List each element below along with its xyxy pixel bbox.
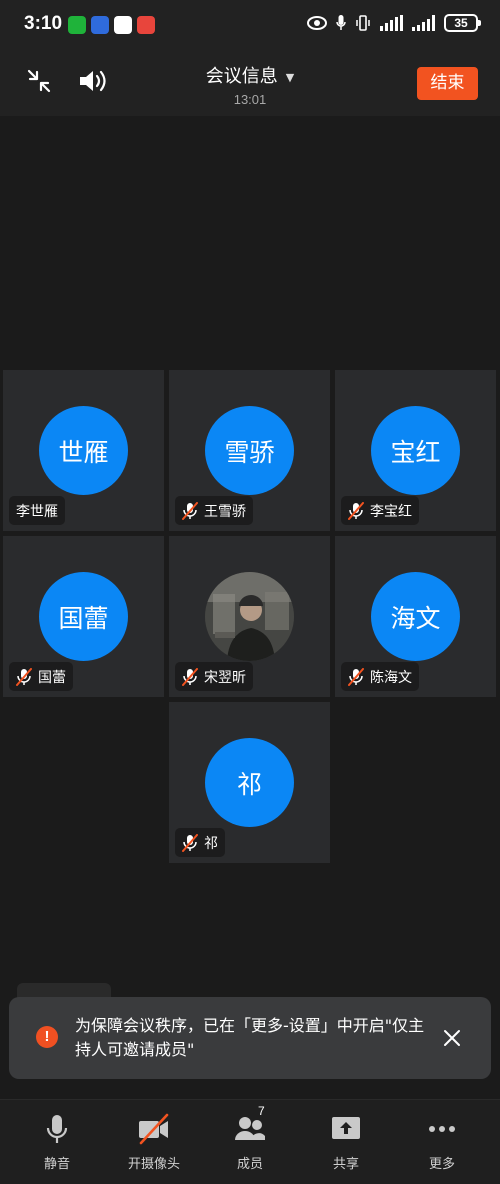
- qq-icon: [114, 16, 132, 34]
- more-label: 更多: [428, 1157, 455, 1172]
- participant-avatar: 宝红: [371, 406, 460, 495]
- signal-icon: [380, 15, 403, 31]
- signal-2-icon: [412, 15, 435, 31]
- participant-name: 王雪骄: [204, 503, 246, 520]
- mic-muted-icon: [182, 501, 198, 520]
- participant-tile[interactable]: 海文 陈海文: [335, 536, 496, 697]
- share-screen-icon: [332, 1117, 360, 1139]
- participant-tile[interactable]: 宝红 李宝红: [335, 370, 496, 531]
- participant-avatar: 雪骄: [205, 406, 294, 495]
- members-count-badge: 7: [258, 1104, 265, 1118]
- participant-tile[interactable]: 宋翌昕: [169, 536, 330, 697]
- participant-tile[interactable]: 雪骄 王雪骄: [169, 370, 330, 531]
- vibrate-icon: [356, 15, 370, 31]
- participant-name: 李宝红: [370, 503, 412, 520]
- status-bar: 3:10 35: [0, 0, 500, 50]
- mute-label: 静音: [43, 1157, 70, 1172]
- participant-name-tag: 李世雁: [9, 496, 65, 525]
- wechat-icon: [68, 16, 86, 34]
- mic-muted-icon: [348, 667, 364, 686]
- participant-tile[interactable]: 祁祁: [169, 702, 330, 863]
- share-button[interactable]: 共享: [306, 1110, 386, 1176]
- meeting-header: 会议信息 ▼ 13:01 结束: [0, 50, 500, 116]
- participant-name: 陈海文: [370, 669, 412, 686]
- participant-name-tag: 祁: [175, 828, 225, 857]
- battery-indicator: 35: [444, 14, 481, 32]
- participant-name-tag: 宋翌昕: [175, 662, 253, 691]
- camera-label: 开摄像头: [127, 1157, 180, 1172]
- participant-name: 国蕾: [38, 669, 66, 686]
- end-meeting-button[interactable]: 结束: [417, 67, 478, 100]
- participant-avatar: 祁: [205, 738, 294, 827]
- camera-button[interactable]: 开摄像头: [114, 1110, 194, 1176]
- participant-name-tag: 王雪骄: [175, 496, 253, 525]
- members-button[interactable]: 7 成员: [210, 1104, 290, 1176]
- participant-name: 李世雁: [16, 503, 58, 520]
- participant-avatar: 海文: [371, 572, 460, 661]
- bottom-toolbar: 静音 开摄像头 7 成员 共享 更多: [0, 1099, 500, 1184]
- participant-avatar: 国蕾: [39, 572, 128, 661]
- toast-message: 为保障会议秩序，已在「更多-设置」中开启"仅主持人可邀请成员": [75, 1016, 425, 1059]
- warning-icon: !: [36, 1026, 58, 1048]
- camera-off-icon: [139, 1113, 169, 1145]
- status-time: 3:10: [24, 13, 63, 34]
- meeting-title: 会议信息: [205, 66, 278, 87]
- mic-muted-icon: [16, 667, 32, 686]
- participant-photo-avatar: [205, 572, 294, 661]
- toast-close-button[interactable]: [438, 1024, 466, 1052]
- participant-name-tag: 陈海文: [341, 662, 419, 691]
- participant-name-tag: 国蕾: [9, 662, 73, 691]
- members-label: 成员: [236, 1157, 263, 1172]
- participant-name-tag: 李宝红: [341, 496, 419, 525]
- participant-avatar: 世雁: [39, 406, 128, 495]
- mic-status-icon: [336, 15, 346, 30]
- microphone-icon: [46, 1115, 68, 1143]
- mic-muted-icon: [348, 501, 364, 520]
- share-label: 共享: [332, 1157, 359, 1172]
- app-red-icon: [137, 16, 155, 34]
- participant-tile[interactable]: 世雁李世雁: [3, 370, 164, 531]
- participant-name: 祁: [204, 835, 218, 852]
- notice-toast: ! 为保障会议秩序，已在「更多-设置」中开启"仅主持人可邀请成员": [9, 997, 491, 1079]
- mic-muted-icon: [182, 667, 198, 686]
- more-button[interactable]: 更多: [402, 1110, 482, 1176]
- mic-muted-icon: [182, 833, 198, 852]
- members-icon: [235, 1117, 265, 1140]
- participant-name: 宋翌昕: [204, 669, 246, 686]
- close-icon: [444, 1030, 460, 1046]
- more-dots-icon: [429, 1126, 455, 1132]
- participant-tile[interactable]: 国蕾 国蕾: [3, 536, 164, 697]
- mute-button[interactable]: 静音: [17, 1110, 97, 1176]
- browser-icon: [91, 16, 109, 34]
- eye-icon: [307, 16, 327, 30]
- caret-down-icon: ▼: [285, 70, 295, 84]
